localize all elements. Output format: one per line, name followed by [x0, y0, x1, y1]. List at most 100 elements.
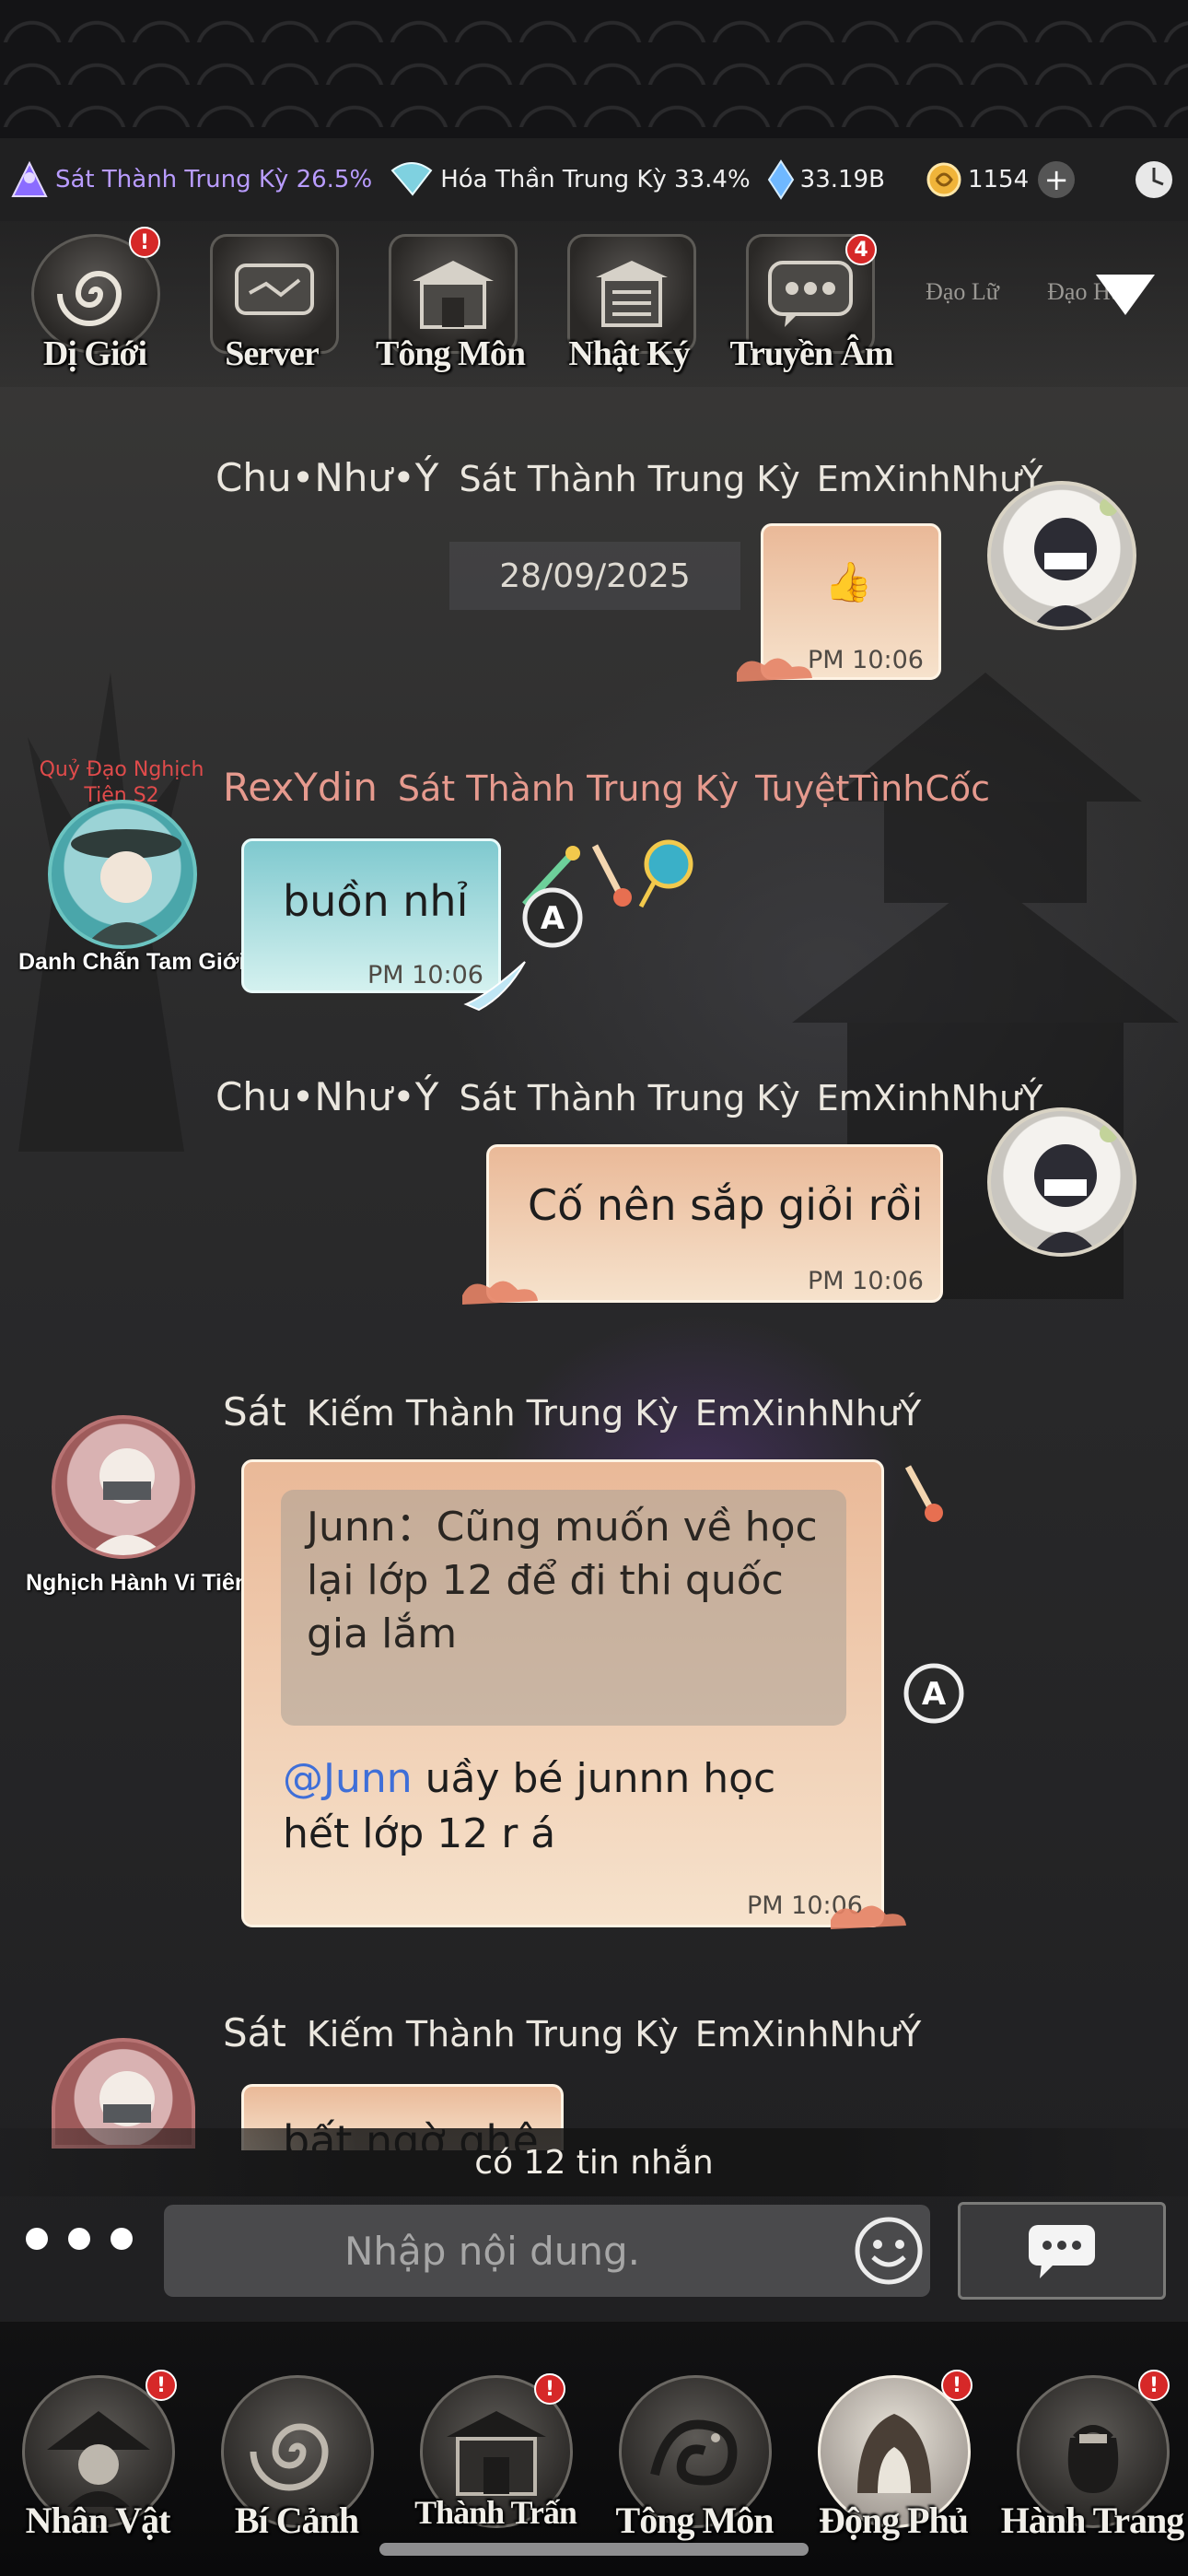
sender-name[interactable]: Sát — [223, 2010, 286, 2055]
nav-label: Bí Cảnh — [234, 2500, 359, 2541]
cultivator-icon — [9, 159, 50, 200]
quoted-message[interactable]: Junn：Cũng muốn về học lại lớp 12 để đi t… — [281, 1490, 846, 1726]
chat-send-icon — [1029, 2225, 1095, 2278]
avatar-title: Danh Chấn Tam Giới — [18, 949, 246, 975]
crystal-icon — [767, 159, 795, 200]
sender-name[interactable]: Sát — [223, 1389, 286, 1434]
tab-label: Truyền Âm — [729, 334, 893, 373]
coin-icon — [926, 161, 962, 198]
tab-nhat-ky[interactable]: Nhật Ký — [547, 227, 696, 383]
nav-thanh-tran[interactable]: ! Thành Trấn — [403, 2364, 588, 2548]
avatar[interactable] — [987, 1107, 1136, 1257]
clock-icon[interactable] — [1133, 158, 1175, 201]
status-bar: Sát Thành Trung Kỳ 26.5% Hóa Thần Trung … — [0, 138, 1188, 221]
auto-mode-icon: A — [903, 1663, 964, 1724]
tab-tong-mon[interactable]: Tông Môn — [368, 227, 526, 383]
message-header: Chu•Như•Ý Sát Thành Trung Kỳ EmXinhNhưÝ — [215, 455, 1042, 500]
alert-badge: ! — [129, 227, 160, 258]
message-text-fragment: uầy bé junnn học — [412, 1755, 776, 1802]
sender-rank: Sát Thành Trung Kỳ — [459, 459, 800, 499]
scepter-icon — [904, 1465, 943, 1522]
nav-hanh-trang[interactable]: ! Hành Trang — [1000, 2364, 1184, 2548]
alert-badge: ! — [941, 2370, 973, 2401]
tab-dao-lu[interactable]: Đạo Lữ — [912, 278, 1013, 306]
avatar-title: Nghịch Hành Vi Tiên — [26, 1570, 250, 1596]
sender-sect: EmXinhNhưÝ — [694, 1393, 922, 1434]
nav-nhan-vat[interactable]: ! Nhân Vật — [6, 2364, 190, 2548]
message-text: buồn nhỉ — [283, 876, 469, 926]
tab-label: Server — [225, 334, 320, 373]
tab-truyen-am[interactable]: 4 Truyền Âm — [726, 227, 894, 383]
send-button[interactable] — [958, 2202, 1166, 2300]
cloud-ornament-icon — [831, 1905, 906, 1929]
nav-label: Hành Trang — [1000, 2500, 1185, 2541]
collapse-arrow-icon[interactable] — [1096, 275, 1155, 315]
svg-text:A: A — [922, 1676, 947, 1713]
alert-badge: ! — [1138, 2370, 1170, 2401]
date-separator: 28/09/2025 — [449, 542, 740, 610]
message-header: Sát Kiếm Thành Trung Kỳ EmXinhNhưÝ — [223, 1389, 921, 1434]
realm-progress-1: Sát Thành Trung Kỳ 26.5% — [9, 159, 372, 200]
unread-count-badge: 4 — [845, 234, 877, 265]
sender-rank: Kiếm Thành Trung Kỳ — [306, 1393, 679, 1434]
new-messages-indicator[interactable]: có 12 tin nhắn — [0, 2128, 1188, 2196]
home-indicator[interactable] — [379, 2543, 809, 2556]
crystal-counter: 33.19B — [767, 159, 885, 200]
sender-name[interactable]: Chu•Như•Ý — [215, 455, 438, 500]
sender-rank: Sát Thành Trung Kỳ — [459, 1078, 800, 1118]
cloud-ornament-icon — [737, 658, 812, 682]
message-header: RexYdin Sát Thành Trung Kỳ TuyệtTìnhCốc — [223, 765, 990, 810]
quote-line: lại lớp 12 để đi thi quốc — [307, 1557, 784, 1604]
message-header: Sát Kiếm Thành Trung Kỳ EmXinhNhưÝ — [223, 2010, 921, 2055]
sender-sect: EmXinhNhưÝ — [816, 459, 1043, 499]
realm-progress-1-text: Sát Thành Trung Kỳ 26.5% — [55, 166, 373, 193]
tab-di-gioi[interactable]: ! Dị Giới — [11, 227, 160, 383]
add-coins-button[interactable]: + — [1038, 161, 1076, 198]
more-options-icon[interactable] — [26, 2228, 133, 2250]
fan-icon — [389, 161, 435, 198]
sender-name[interactable]: RexYdin — [223, 765, 378, 810]
quote-line: gia lắm — [307, 1610, 458, 1657]
mention-link[interactable]: @Junn — [283, 1755, 413, 1802]
realm-progress-2-text: Hóa Thần Trung Kỳ 33.4% — [440, 166, 751, 193]
message-text-line: hết lớp 12 r á — [283, 1810, 556, 1857]
coin-counter: 1154 + — [926, 161, 1076, 198]
scepter-icon — [591, 844, 632, 907]
auto-mode-icon: A — [522, 887, 583, 948]
top-nav: ! Dị Giới Server Tông Môn Nhật Ký 4 Truy… — [0, 221, 1188, 387]
alert-badge: ! — [146, 2370, 177, 2401]
thumbs-up-sticker: 👍 — [824, 559, 873, 604]
nav-bi-canh[interactable]: Bí Cảnh — [204, 2364, 389, 2548]
cloud-ornament-icon — [462, 1281, 538, 1305]
alert-badge: ! — [534, 2373, 565, 2405]
sender-sect: TuyệtTìnhCốc — [755, 768, 991, 809]
chat-input[interactable] — [164, 2205, 930, 2297]
svg-text:A: A — [541, 900, 565, 937]
tab-server[interactable]: Server — [190, 227, 339, 383]
top-wave-pattern — [0, 0, 1188, 138]
nav-label: Tông Môn — [615, 2500, 775, 2541]
sender-sect: EmXinhNhưÝ — [694, 2014, 922, 2055]
quote-line: Junn：Cũng muốn về học — [307, 1504, 818, 1551]
avatar[interactable] — [52, 1415, 195, 1559]
message-bubble[interactable]: Junn：Cũng muốn về học lại lớp 12 để đi t… — [241, 1459, 884, 1927]
nav-label: Thành Trấn — [414, 2494, 577, 2531]
avatar[interactable] — [987, 481, 1136, 630]
sender-name[interactable]: Chu•Như•Ý — [215, 1074, 438, 1119]
nav-tong-mon[interactable]: Tông Môn — [602, 2364, 786, 2548]
message-text: Cố nên sắp giỏi rồi — [528, 1180, 924, 1230]
sender-rank: Kiếm Thành Trung Kỳ — [306, 2014, 679, 2055]
coin-amount: 1154 — [967, 166, 1030, 193]
crystal-amount: 33.19B — [799, 166, 885, 193]
tab-label: Nhật Ký — [568, 334, 690, 373]
avatar[interactable] — [48, 800, 197, 949]
nav-dong-phu[interactable]: ! Động Phủ — [801, 2364, 985, 2548]
message-time: PM 10:06 — [808, 646, 924, 674]
tab-label: Dị Giới — [42, 334, 147, 373]
nav-label: Nhân Vật — [25, 2500, 171, 2541]
message-bubble[interactable]: Cố nên sắp giỏi rồi PM 10:06 — [486, 1144, 943, 1303]
sender-rank: Sát Thành Trung Kỳ — [397, 768, 740, 809]
nav-label: Động Phủ — [818, 2500, 969, 2541]
sender-sect: EmXinhNhưÝ — [816, 1078, 1043, 1118]
emoji-icon[interactable] — [853, 2215, 925, 2287]
